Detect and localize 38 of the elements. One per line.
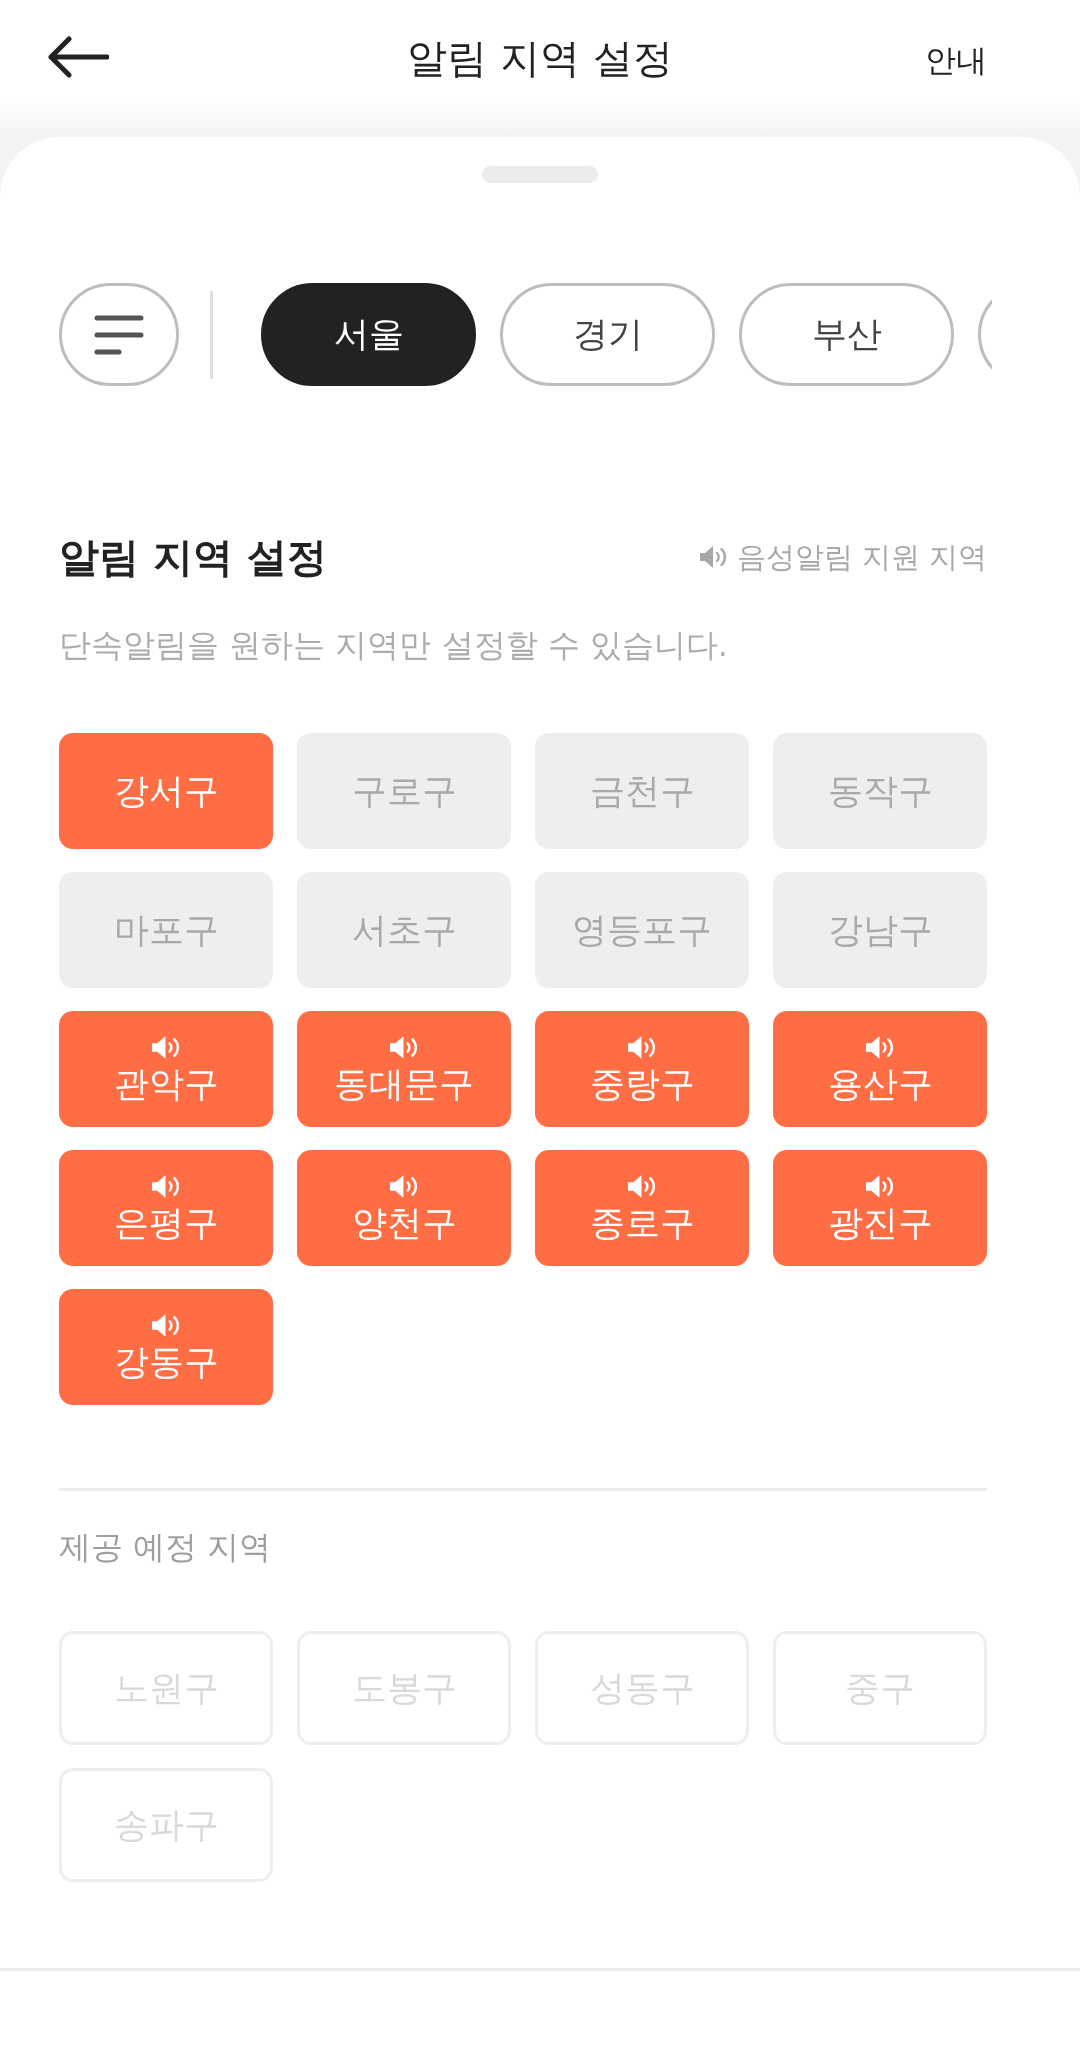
- page-title: 알림 지역 설정: [407, 35, 673, 81]
- speaker-icon: [388, 1173, 420, 1199]
- district-button[interactable]: 강남구: [773, 872, 987, 988]
- district-button[interactable]: 중랑구: [535, 1011, 749, 1127]
- upcoming-title: 제공 예정 지역: [59, 1527, 273, 1568]
- voice-legend: 음성알림 지원 지역: [736, 537, 987, 577]
- region-tab[interactable]: 서울: [261, 283, 476, 386]
- speaker-icon: [698, 545, 729, 569]
- district-button[interactable]: 용산구: [773, 1011, 987, 1127]
- region-tab[interactable]: 경기: [500, 283, 715, 386]
- district-button[interactable]: 강서구: [59, 733, 273, 849]
- district-button[interactable]: 광진구: [773, 1150, 987, 1266]
- speaker-icon: [388, 1034, 420, 1060]
- district-button[interactable]: 마포구: [59, 872, 273, 988]
- district-button[interactable]: 관악구: [59, 1011, 273, 1127]
- district-button[interactable]: 구로구: [297, 733, 511, 849]
- district-button[interactable]: 양천구: [297, 1150, 511, 1266]
- speaker-icon: [150, 1173, 182, 1199]
- district-button[interactable]: 동대문구: [297, 1011, 511, 1127]
- section-description: 단속알림을 원하는 지역만 설정할 수 있습니다.: [59, 625, 730, 666]
- district-button[interactable]: 영등포구: [535, 872, 749, 988]
- speaker-icon: [864, 1034, 896, 1060]
- region-tab[interactable]: 부산: [739, 283, 954, 386]
- back-arrow-icon: [47, 36, 109, 78]
- section-title: 알림 지역 설정: [59, 533, 327, 581]
- district-button[interactable]: 서초구: [297, 872, 511, 988]
- speaker-icon: [864, 1173, 896, 1199]
- speaker-icon: [150, 1034, 182, 1060]
- speaker-icon: [150, 1312, 182, 1338]
- guide-link[interactable]: 안내: [925, 38, 987, 82]
- district-button[interactable]: 종로구: [535, 1150, 749, 1266]
- menu-icon: [94, 314, 144, 355]
- district-button[interactable]: 금천구: [535, 733, 749, 849]
- district-button[interactable]: 동작구: [773, 733, 987, 849]
- speaker-icon: [626, 1034, 658, 1060]
- speaker-icon: [626, 1173, 658, 1199]
- district-button[interactable]: 강동구: [59, 1289, 273, 1405]
- district-button[interactable]: 은평구: [59, 1150, 273, 1266]
